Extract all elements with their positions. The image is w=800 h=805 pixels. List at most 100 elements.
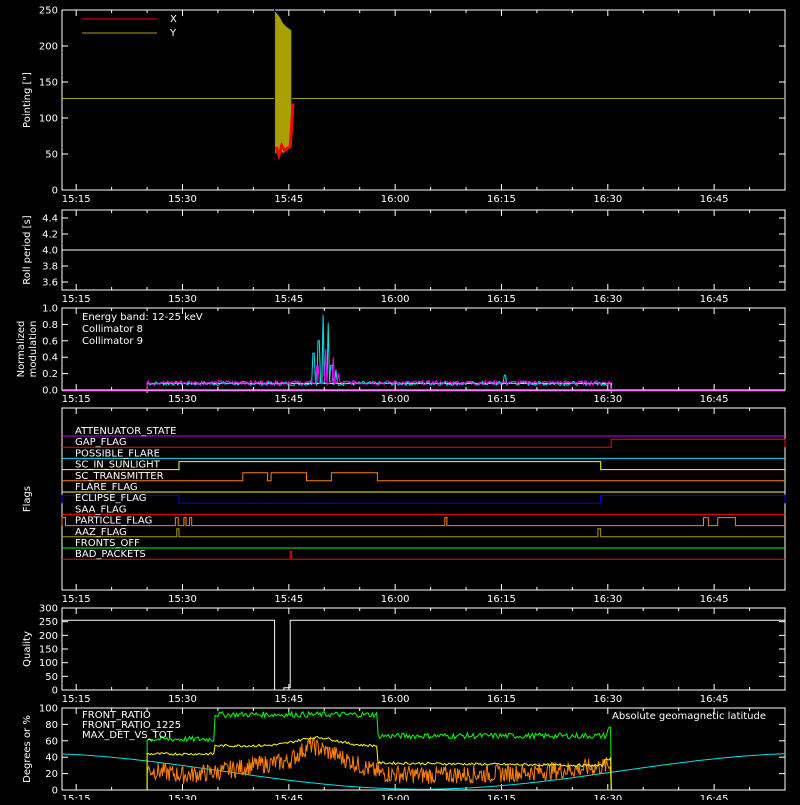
x-tick-label: 16:45 [700, 594, 729, 605]
x-tick-label: 16:00 [381, 794, 410, 800]
x-tick-label: 16:30 [593, 394, 622, 405]
y-axis-label: Pointing ["] [22, 72, 33, 128]
x-tick-label: 15:45 [274, 294, 303, 305]
legend-label-max-det-vs-tot: MAX_DET_VS_TOT [82, 730, 174, 741]
x-tick-label: 16:15 [487, 394, 516, 405]
y-tick-label: 150 [39, 645, 58, 656]
x-tick-label: 16:00 [381, 594, 410, 605]
y-tick-label: 0.2 [42, 369, 58, 380]
x-tick-label: 16:15 [487, 594, 516, 605]
legend-label-geomagnetic-latitude: Absolute geomagnetic latitude [612, 711, 766, 722]
y-tick-label: 4.2 [42, 230, 58, 241]
x-tick-label: 16:45 [700, 194, 729, 205]
x-tick-label: 16:30 [593, 694, 622, 705]
y-tick-label: 40 [45, 753, 58, 764]
y-axis-label: Degrees or % [22, 715, 33, 783]
y-axis-label: modulation [28, 321, 39, 378]
chart-figure: 15:15 15:30 15:45 16:00 16:15 16:30 16:45 0 50 10… [0, 0, 800, 805]
x-tick-label: 16:45 [700, 294, 729, 305]
y-tick-label: 250 [39, 6, 58, 17]
x-tick-label: 15:45 [274, 694, 303, 705]
y-tick-label: 0.4 [42, 353, 58, 364]
y-tick-label: 0.0 [42, 386, 58, 397]
legend-label-collimator-8: Collimator 8 [82, 324, 143, 335]
y-tick-label: 100 [39, 658, 58, 669]
x-tick-label: 15:30 [168, 194, 197, 205]
x-tick-label: 16:15 [487, 694, 516, 705]
y-tick-label: 50 [45, 672, 58, 683]
y-tick-label: 50 [45, 150, 58, 161]
x-tick-label: 15:15 [62, 794, 91, 800]
x-tick-label: 15:30 [168, 594, 197, 605]
y-tick-label: 100 [39, 704, 58, 715]
y-axis-label: Quality [22, 631, 33, 667]
y-tick-label: 3.6 [42, 278, 58, 289]
y-tick-label: 0.8 [42, 320, 58, 331]
flag-label: SC_TRANSMITTER [75, 471, 164, 482]
x-tick-label: 16:30 [593, 194, 622, 205]
y-tick-label: 20 [45, 769, 58, 780]
flag-label: AAZ_FLAG [75, 527, 127, 538]
y-axis-label: Roll period [s] [22, 215, 33, 284]
x-tick-label: 16:45 [700, 694, 729, 705]
x-tick-label: 16:00 [381, 394, 410, 405]
flag-label: SAA_FLAG [75, 504, 126, 515]
flag-label: BAD_PACKETS [75, 549, 146, 560]
y-tick-label: 0 [52, 786, 58, 797]
x-tick-label: 16:00 [381, 194, 410, 205]
x-tick-label: 16:15 [487, 794, 516, 800]
legend-label-collimator-9: Collimator 9 [82, 336, 143, 347]
flag-line-aaz_flag [62, 528, 785, 538]
flag-line-particle_flag [61, 517, 785, 527]
x-tick-label: 16:15 [487, 294, 516, 305]
y-tick-label: 100 [39, 114, 58, 125]
flag-label: ECLIPSE_FLAG [75, 493, 146, 504]
y-tick-label: 0 [52, 186, 58, 197]
x-tick-label: 15:15 [62, 594, 91, 605]
energy-band-annotation: Energy band: 12-25 keV [82, 312, 203, 323]
y-axis-label: Normalized [16, 321, 27, 378]
x-tick-label: 15:45 [274, 594, 303, 605]
x-tick-label: 15:45 [274, 794, 303, 800]
modulation-series-0 [146, 314, 612, 391]
x-tick-label: 16:45 [700, 394, 729, 405]
quality-line [62, 619, 785, 691]
y-tick-label: 250 [39, 617, 58, 628]
flag-label: GAP_FLAG [75, 437, 127, 448]
x-tick-label: 15:15 [62, 694, 91, 705]
x-tick-label: 15:30 [168, 794, 197, 800]
y-axis-label: Flags [22, 486, 33, 512]
x-tick-label: 16:00 [381, 694, 410, 705]
flag-line-sc_in_sunlight [62, 461, 785, 471]
series-y-band [274, 8, 293, 155]
legend-label-x: X [170, 14, 177, 25]
flag-label: FRONTS_OFF [75, 538, 140, 549]
x-tick-label: 15:30 [168, 394, 197, 405]
flag-line-sc_transmitter [62, 472, 785, 482]
y-tick-label: 3.8 [42, 262, 58, 273]
y-tick-label: 300 [39, 604, 58, 615]
flag-line-eclipse_flag [61, 494, 786, 504]
chart-svg: 15:15 15:30 15:45 16:00 16:15 16:30 16:45 0 50 10… [16, 6, 786, 805]
x-tick-label: 15:30 [168, 694, 197, 705]
y-tick-label: 4.4 [42, 214, 58, 225]
flag-line-bad_packets [62, 550, 785, 560]
y-tick-label: 200 [39, 631, 58, 642]
flag-label: FLARE_FLAG [75, 482, 138, 493]
y-tick-label: 0 [52, 686, 58, 697]
legend-label-y: Y [169, 28, 177, 39]
y-tick-label: 0.6 [42, 336, 58, 347]
x-tick-label: 15:15 [62, 194, 91, 205]
flag-label: POSSIBLE_FLARE [75, 448, 160, 459]
flag-label: ATTENUATOR_STATE [75, 426, 176, 437]
x-tick-label: 16:45 [700, 794, 729, 800]
flag-line-gap_flag [62, 438, 786, 448]
x-tick-label: 16:30 [593, 594, 622, 605]
x-tick-label: 16:30 [593, 794, 622, 800]
x-tick-label: 16:30 [593, 294, 622, 305]
y-tick-label: 200 [39, 42, 58, 53]
y-tick-label: 60 [45, 736, 58, 747]
x-tick-label: 15:15 [62, 294, 91, 305]
x-tick-label: 15:15 [62, 394, 91, 405]
x-tick-label: 16:00 [381, 294, 410, 305]
